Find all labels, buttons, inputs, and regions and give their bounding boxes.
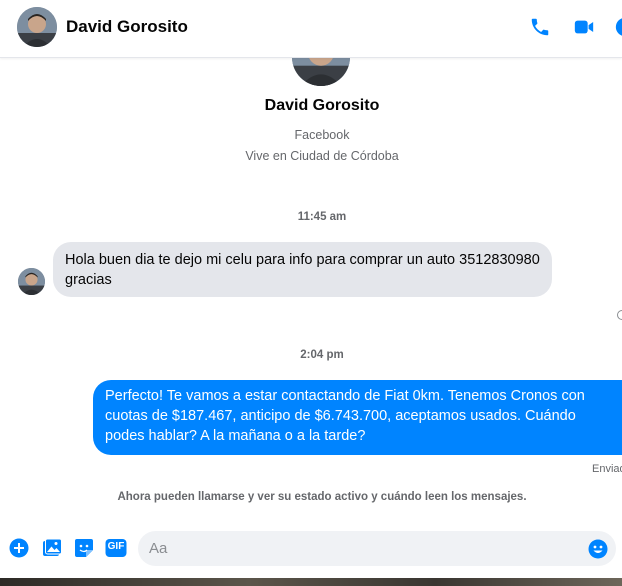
- sticker-icon[interactable]: [74, 538, 94, 558]
- profile-source: Facebook: [294, 128, 350, 142]
- message-input[interactable]: [149, 531, 579, 566]
- gif-label: GIF: [107, 541, 125, 552]
- read-receipt-icon: [617, 310, 622, 320]
- message-timestamp: 11:45 am: [297, 211, 347, 223]
- video-camera-icon[interactable]: [573, 16, 595, 38]
- message-timestamp: 2:04 pm: [300, 349, 344, 361]
- outgoing-message-bubble[interactable]: Perfecto! Te vamos a estar contactando d…: [93, 380, 622, 455]
- connection-notice: Ahora pueden llamarse y ver su estado ac…: [117, 491, 527, 503]
- profile-avatar: [292, 58, 350, 86]
- photo-icon[interactable]: [42, 538, 62, 558]
- background-strip: [0, 578, 622, 586]
- message-thread[interactable]: David Gorosito Facebook Vive en Ciudad d…: [0, 58, 622, 526]
- message-status: Enviado: [592, 463, 622, 475]
- gif-icon[interactable]: GIF: [105, 538, 127, 558]
- conversation-header: David Gorosito: [0, 0, 622, 58]
- info-icon[interactable]: [614, 16, 622, 38]
- profile-location: Vive en Ciudad de Córdoba: [245, 149, 399, 163]
- message-composer: GIF: [0, 526, 622, 572]
- message-input-container: [138, 531, 616, 566]
- phone-icon[interactable]: [529, 16, 551, 38]
- contact-name[interactable]: David Gorosito: [66, 17, 188, 37]
- incoming-message-bubble[interactable]: Hola buen dia te dejo mi celu para info …: [53, 242, 552, 297]
- emoji-icon[interactable]: [588, 539, 608, 559]
- plus-icon[interactable]: [9, 538, 29, 558]
- sender-avatar[interactable]: [18, 268, 45, 295]
- profile-name: David Gorosito: [264, 97, 380, 114]
- contact-avatar[interactable]: [17, 7, 57, 47]
